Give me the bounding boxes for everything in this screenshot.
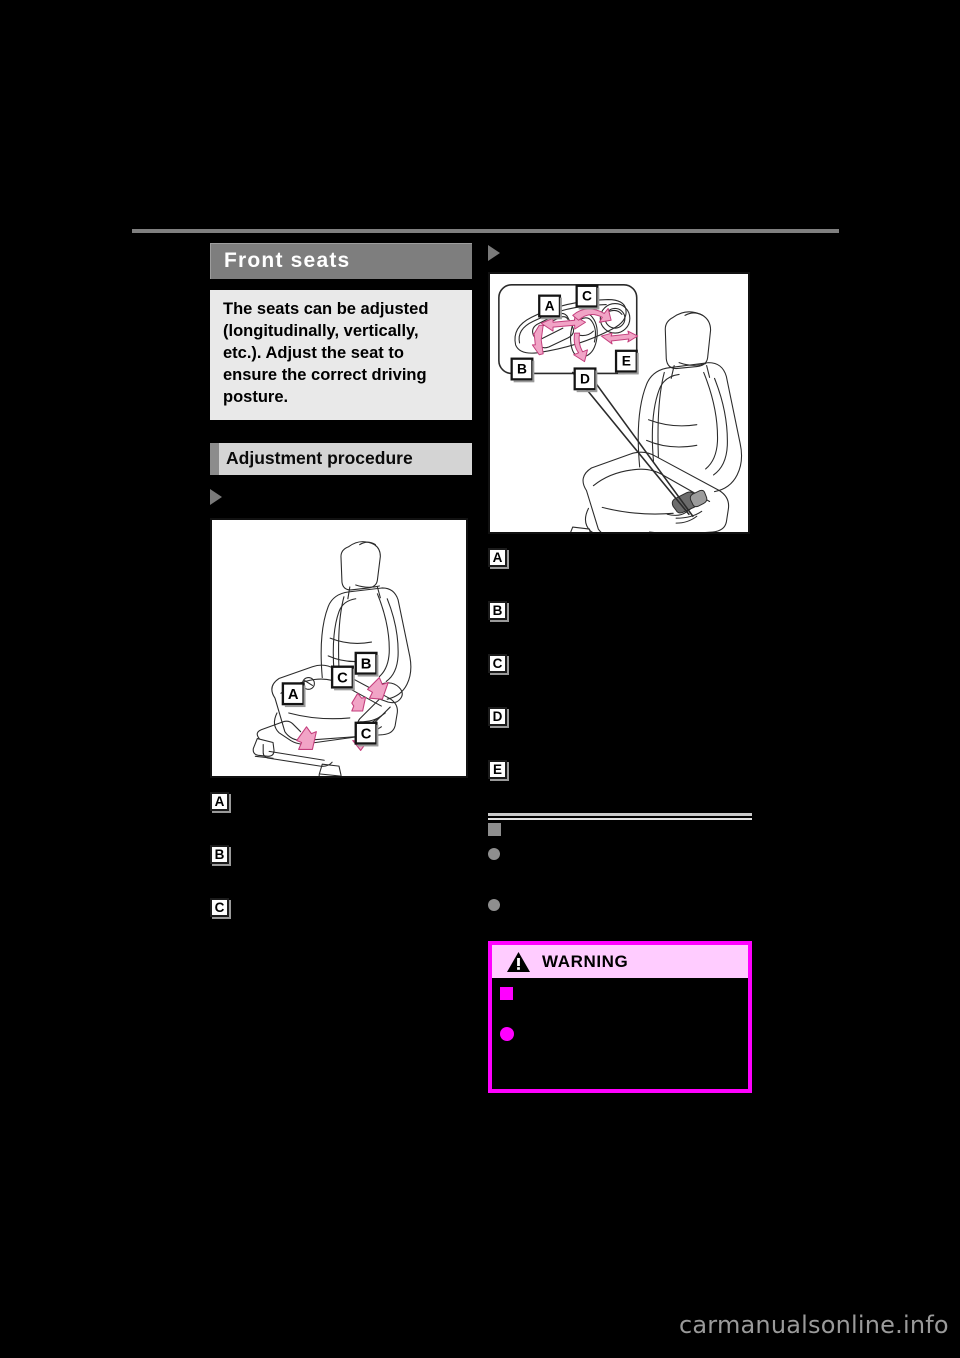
svg-text:A: A (545, 298, 555, 313)
right-callout-list: A B C D E (488, 548, 752, 782)
power-seat-switch-figure: A B C D E (488, 272, 750, 534)
page-top-rule (132, 229, 839, 233)
warning-item (500, 985, 738, 1000)
notes-rule-bottom (488, 818, 752, 820)
callout-badge-a: A (210, 791, 229, 811)
power-seat-switch-svg: A B C D E (498, 284, 743, 532)
svg-text:E: E (622, 354, 631, 369)
triangle-right-icon (488, 245, 500, 261)
right-column: A B C D E A B C D E WARNING (488, 243, 752, 1093)
callout-badge-e: E (488, 760, 507, 779)
callout-badge-d: D (488, 707, 507, 726)
warning-item (500, 1025, 738, 1041)
svg-text:C: C (337, 670, 348, 686)
callout-badge-c: C (488, 654, 507, 673)
subsection-title: Adjustment procedure (226, 448, 413, 469)
notes-section-header (488, 813, 752, 836)
manual-page: Front seats The seats can be adjusted (l… (0, 0, 960, 1358)
left-callout-list: A B C (210, 791, 472, 920)
callout-badge-b: B (488, 601, 507, 620)
notes-rule-top (488, 813, 752, 816)
callout-row: C (210, 897, 472, 920)
bullet-dot-icon (488, 899, 500, 911)
callout-row: A (210, 791, 472, 814)
warning-box: WARNING (488, 941, 752, 1093)
callout-badge-b: B (210, 844, 229, 864)
callout-row: E (488, 760, 752, 782)
note-item (488, 896, 752, 911)
svg-text:B: B (517, 361, 527, 376)
footer-watermark: carmanualsonline.info (679, 1311, 949, 1339)
right-variant-marker (488, 243, 752, 263)
svg-text:D: D (580, 371, 590, 386)
callout-row: B (488, 601, 752, 623)
svg-text:C: C (361, 726, 372, 742)
section-title: Front seats (224, 249, 351, 272)
left-variant-marker (210, 487, 472, 507)
section-header-front-seats: Front seats (210, 243, 472, 279)
callout-badge-c: C (210, 897, 229, 917)
svg-text:C: C (582, 289, 592, 304)
callout-row: A (488, 548, 752, 570)
warning-square-bullet-icon (500, 987, 513, 1000)
manual-seat-adjustment-svg: A B C C (252, 540, 412, 776)
warning-header: WARNING (492, 945, 748, 978)
callout-row: B (210, 844, 472, 867)
triangle-right-icon (210, 488, 222, 505)
warning-triangle-icon (506, 951, 531, 973)
svg-text:B: B (361, 656, 372, 672)
svg-text:A: A (288, 687, 299, 703)
callout-row: C (488, 654, 752, 676)
warning-dot-bullet-icon (500, 1027, 514, 1041)
section-description-text: The seats can be adjusted (longitudinall… (223, 300, 429, 406)
left-column: Front seats The seats can be adjusted (l… (210, 243, 472, 951)
manual-seat-adjustment-figure: A B C C (210, 517, 468, 778)
section-description-box: The seats can be adjusted (longitudinall… (210, 290, 472, 420)
callout-row: D (488, 707, 752, 729)
subsection-header-adjustment-procedure: Adjustment procedure (210, 442, 472, 475)
note-item (488, 845, 752, 860)
warning-title: WARNING (542, 951, 629, 971)
square-marker-icon (488, 823, 501, 836)
callout-badge-a: A (488, 548, 507, 567)
bullet-dot-icon (488, 848, 500, 860)
warning-body (492, 978, 748, 1053)
